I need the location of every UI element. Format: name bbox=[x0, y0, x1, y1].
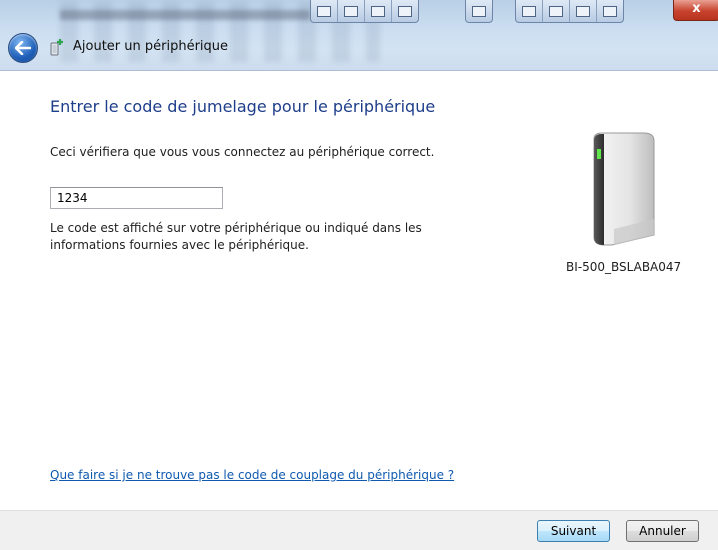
taskbar-button bbox=[338, 0, 365, 22]
background-taskbar-group-2 bbox=[465, 0, 493, 23]
close-icon: x bbox=[692, 1, 701, 16]
back-button[interactable] bbox=[8, 33, 38, 63]
taskbar-button bbox=[365, 0, 392, 22]
pairing-code-input[interactable] bbox=[50, 187, 223, 209]
external-drive-icon bbox=[593, 132, 655, 246]
cancel-button[interactable]: Annuler bbox=[626, 520, 699, 542]
taskbar-button bbox=[392, 0, 418, 22]
background-window-blur-text bbox=[60, 10, 310, 20]
next-button[interactable]: Suivant bbox=[537, 520, 610, 542]
taskbar-button bbox=[543, 0, 570, 22]
hint-text: Le code est affiché sur votre périphériq… bbox=[50, 221, 422, 252]
help-link[interactable]: Que faire si je ne trouve pas le code de… bbox=[50, 468, 454, 482]
background-taskbar-group-1 bbox=[310, 0, 419, 23]
taskbar-button bbox=[570, 0, 597, 22]
taskbar-button bbox=[597, 0, 623, 22]
device-name-label: BI-500_BSLABA047 bbox=[566, 260, 682, 274]
title-bar: x Ajouter un périphérique bbox=[0, 0, 718, 71]
taskbar-button bbox=[466, 0, 492, 22]
page-heading: Entrer le code de jumelage pour le périp… bbox=[50, 97, 436, 116]
window-title: Ajouter un périphérique bbox=[73, 39, 229, 54]
close-button[interactable]: x bbox=[673, 0, 718, 21]
taskbar-button bbox=[311, 0, 338, 22]
button-bar: Suivant Annuler bbox=[0, 510, 718, 550]
add-device-icon bbox=[50, 39, 63, 56]
wizard-content: Entrer le code de jumelage pour le périp… bbox=[0, 71, 718, 510]
background-taskbar-group-3 bbox=[515, 0, 624, 23]
description-text: Ceci vérifiera que vous vous connectez a… bbox=[50, 145, 435, 159]
taskbar-button bbox=[516, 0, 543, 22]
back-arrow-icon bbox=[15, 41, 31, 55]
